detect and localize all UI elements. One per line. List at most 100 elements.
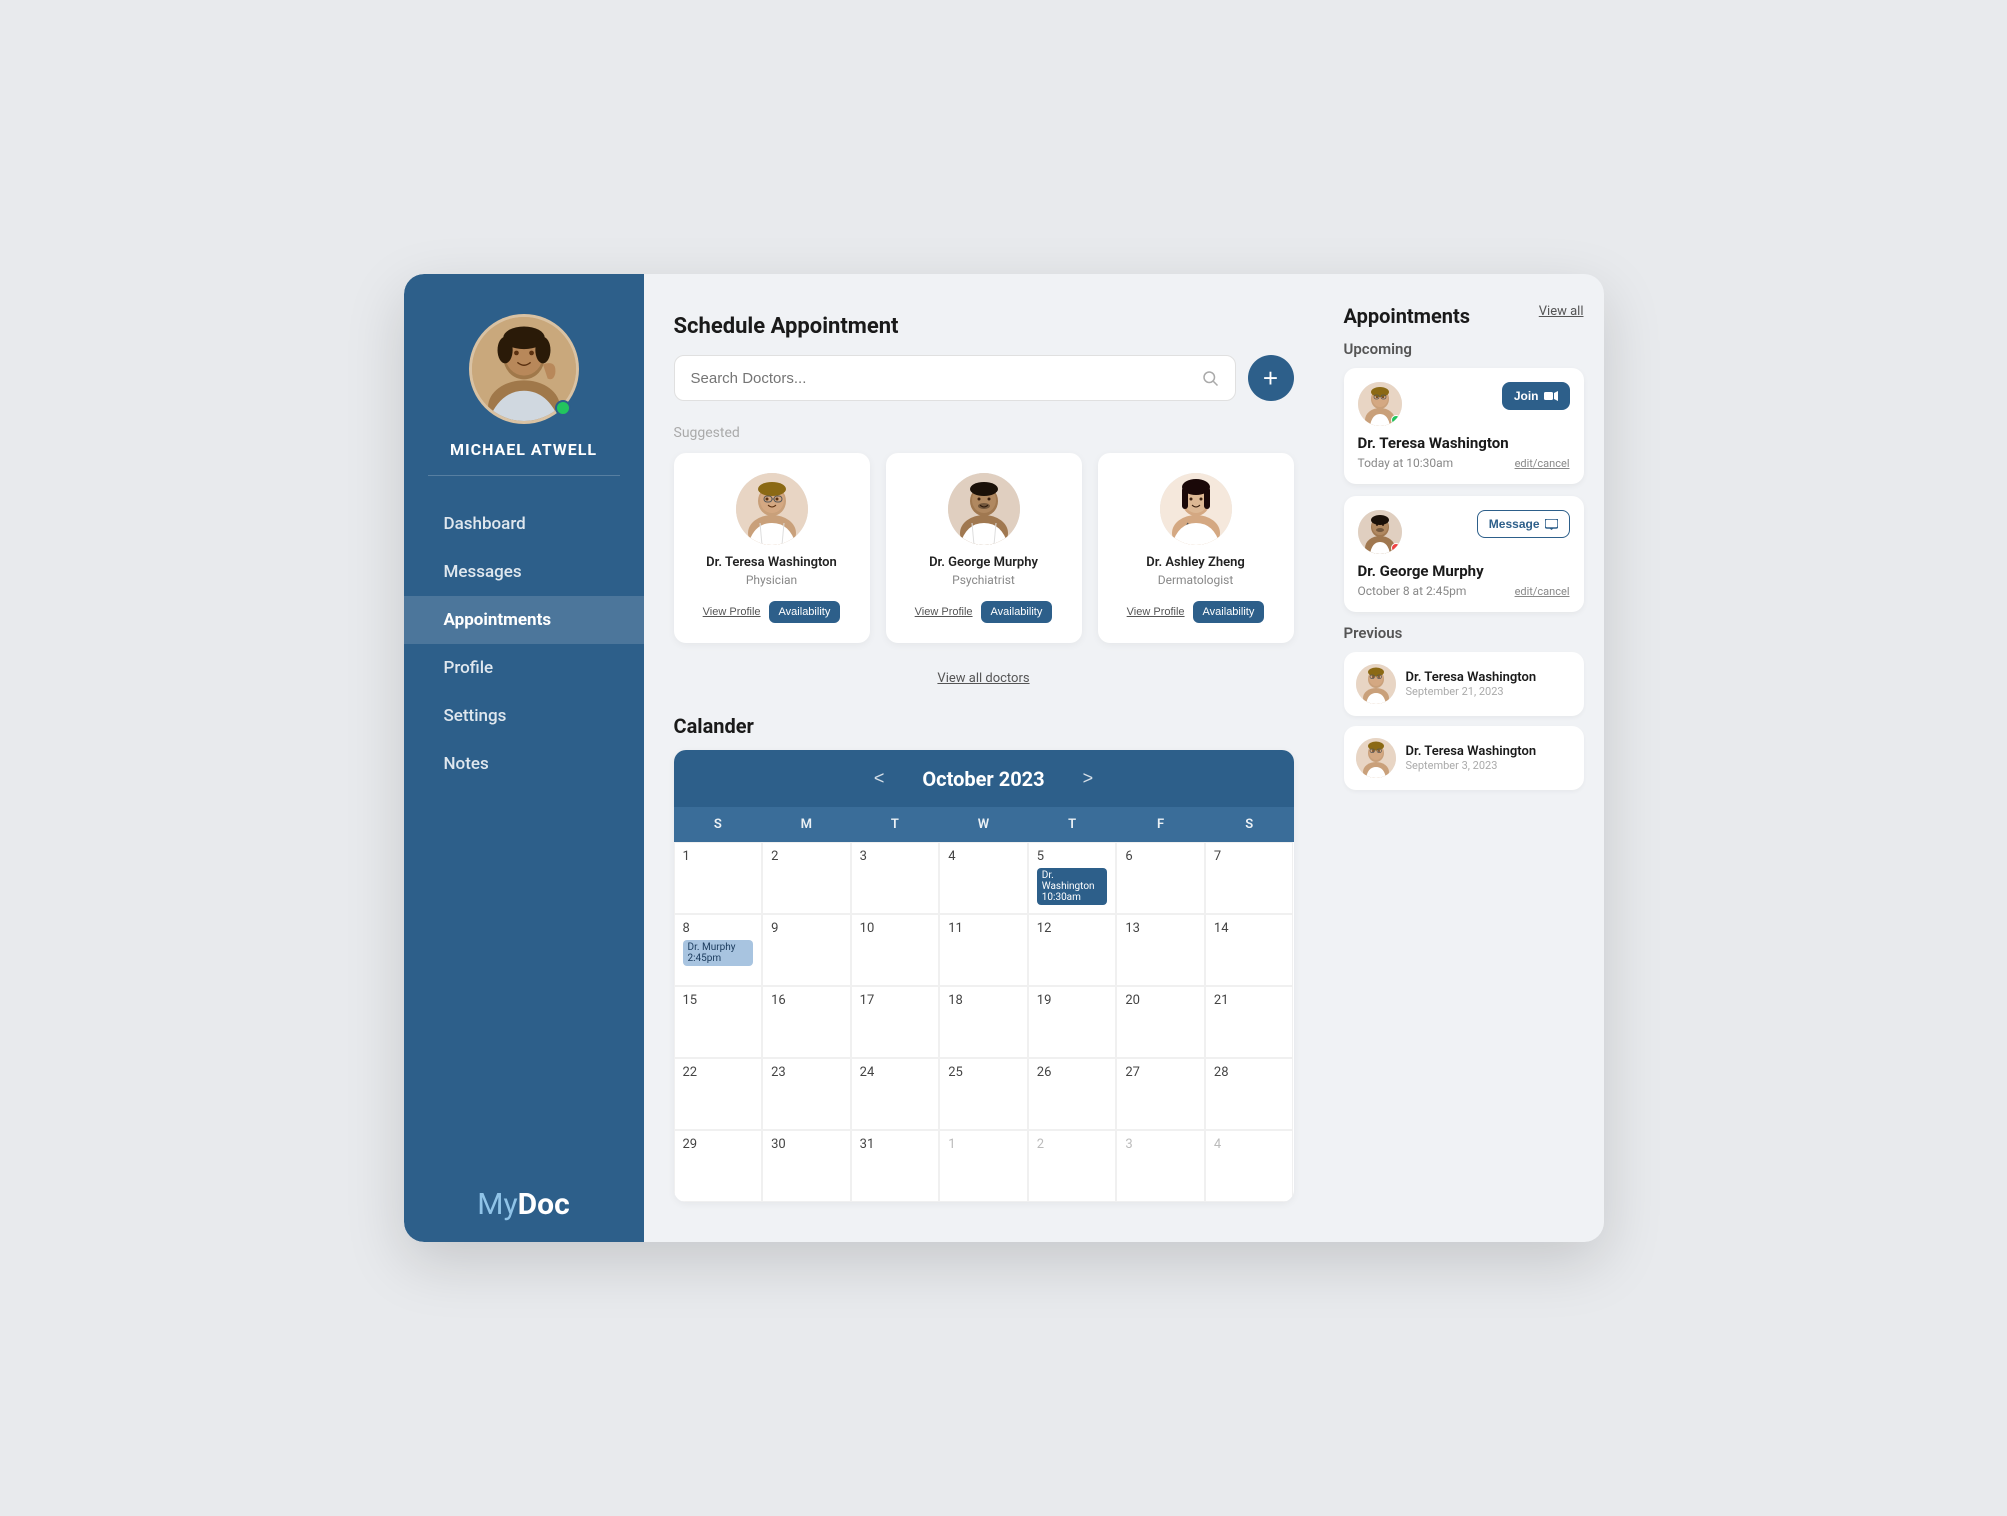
cal-cell-3-1[interactable]: 23 [762,1058,851,1130]
cal-cell-2-0[interactable]: 15 [674,986,763,1058]
cal-cell-3-4[interactable]: 26 [1028,1058,1117,1130]
cal-cell-4-3[interactable]: 1 [939,1130,1028,1202]
cal-cell-0-6[interactable]: 7 [1205,842,1294,914]
appt-status-dot-george [1391,543,1401,553]
cal-cell-2-6[interactable]: 21 [1205,986,1294,1058]
availability-ashley[interactable]: Availability [1193,601,1265,623]
cal-date-number: 27 [1125,1065,1196,1080]
message-icon [1545,519,1558,530]
cal-date-number: 24 [860,1065,931,1080]
cal-date-number: 16 [771,993,842,1008]
appt-doctor-name-teresa: Dr. Teresa Washington [1358,434,1570,452]
cal-cell-2-5[interactable]: 20 [1116,986,1205,1058]
cal-cell-2-3[interactable]: 18 [939,986,1028,1058]
view-all-doctors-link[interactable]: View all doctors [674,671,1294,686]
cal-cell-3-2[interactable]: 24 [851,1058,940,1130]
edit-cancel-george[interactable]: edit/cancel [1515,585,1570,598]
sidebar-item-messages[interactable]: Messages [404,548,644,596]
cal-date-number: 3 [860,849,931,864]
cal-cell-1-0[interactable]: 8 Dr. Murphy 2:45pm [674,914,763,986]
doctor-avatar-ashley [1160,473,1232,545]
cal-cell-1-4[interactable]: 12 [1028,914,1117,986]
cal-cell-2-2[interactable]: 17 [851,986,940,1058]
doctor-card-george: Dr. George Murphy Psychiatrist View Prof… [886,453,1082,643]
sidebar-item-profile[interactable]: Profile [404,644,644,692]
sidebar-item-dashboard[interactable]: Dashboard [404,500,644,548]
cal-cell-1-2[interactable]: 10 [851,914,940,986]
prev-avatar-1 [1356,664,1396,704]
add-appointment-button[interactable]: + [1248,355,1294,401]
cal-cell-4-5[interactable]: 3 [1116,1130,1205,1202]
cal-cell-4-2[interactable]: 31 [851,1130,940,1202]
calendar-next-button[interactable]: > [1075,764,1102,793]
appt-doctor-name-george: Dr. George Murphy [1358,562,1570,580]
cal-cell-0-4[interactable]: 5Dr. Washington 10:30am [1028,842,1117,914]
edit-cancel-teresa[interactable]: edit/cancel [1515,457,1570,470]
calendar-grid: 12345Dr. Washington 10:30am678Dr. Murphy… [674,842,1294,1202]
message-button-george[interactable]: Message [1477,510,1570,538]
cal-cell-4-0[interactable]: 29 [674,1130,763,1202]
appointments-panel-header: Appointments View all [1344,304,1584,328]
view-profile-george[interactable]: View Profile [915,606,973,618]
cal-cell-2-1[interactable]: 16 [762,986,851,1058]
cal-date-number: 18 [948,993,1019,1008]
cal-cell-4-1[interactable]: 30 [762,1130,851,1202]
cal-cell-3-3[interactable]: 25 [939,1058,1028,1130]
cal-cell-1-5[interactable]: 13 [1116,914,1205,986]
cal-date-number: 7 [1214,849,1285,864]
cal-cell-3-6[interactable]: 28 [1205,1058,1294,1130]
search-row: + [674,355,1294,401]
day-header-2: T [851,807,940,842]
sidebar-item-notes[interactable]: Notes [404,740,644,788]
availability-teresa[interactable]: Availability [769,601,841,623]
sidebar-item-appointments[interactable]: Appointments [404,596,644,644]
appt-avatar-teresa [1358,382,1402,426]
sidebar-item-settings[interactable]: Settings [404,692,644,740]
cal-cell-0-1[interactable]: 2 [762,842,851,914]
calendar-days-header: S M T W T F S [674,807,1294,842]
view-all-appointments-link[interactable]: View all [1539,304,1584,319]
cal-date-number: 1 [948,1137,1019,1152]
cal-date-number: 30 [771,1137,842,1152]
cal-date-number: 12 [1037,921,1108,936]
cal-cell-1-6[interactable]: 14 [1205,914,1294,986]
prev-avatar-2 [1356,738,1396,778]
cal-cell-3-5[interactable]: 27 [1116,1058,1205,1130]
cal-cell-3-0[interactable]: 22 [674,1058,763,1130]
video-icon [1544,391,1558,401]
doctor-avatar-george [948,473,1020,545]
availability-george[interactable]: Availability [981,601,1053,623]
prev-appt-1: Dr. Teresa Washington September 21, 2023 [1344,652,1584,716]
cal-date-number: 9 [771,921,842,936]
cal-cell-1-1[interactable]: 9 [762,914,851,986]
cal-cell-0-5[interactable]: 6 [1116,842,1205,914]
cal-event[interactable]: Dr. Murphy 2:45pm [683,940,754,966]
doctor-actions-teresa: View Profile Availability [703,601,841,623]
cal-cell-4-4[interactable]: 2 [1028,1130,1117,1202]
cal-event[interactable]: Dr. Washington 10:30am [1037,868,1108,905]
cal-date-number: 4 [1214,1137,1285,1152]
view-profile-ashley[interactable]: View Profile [1127,606,1185,618]
cal-date-number: 10 [860,921,931,936]
doctor-actions-george: View Profile Availability [915,601,1053,623]
calendar-month-year: October 2023 [922,767,1044,791]
cal-cell-0-3[interactable]: 4 [939,842,1028,914]
join-button-teresa[interactable]: Join [1502,382,1570,410]
cal-date-number: 14 [1214,921,1285,936]
calendar-wrapper: < October 2023 > S M T W T F S 12345Dr. … [674,750,1294,1202]
search-input[interactable] [691,370,1201,387]
day-header-6: S [1205,807,1294,842]
cal-cell-4-6[interactable]: 4 [1205,1130,1294,1202]
cal-date-number: 8 [683,921,754,936]
cal-cell-2-4[interactable]: 19 [1028,986,1117,1058]
cal-date-number: 22 [683,1065,754,1080]
cal-cell-0-0[interactable]: 1 [674,842,763,914]
view-profile-teresa[interactable]: View Profile [703,606,761,618]
cal-cell-1-3[interactable]: 11 [939,914,1028,986]
cal-date-number: 28 [1214,1065,1285,1080]
search-box[interactable] [674,355,1236,401]
calendar-prev-button[interactable]: < [866,764,893,793]
cal-date-number: 19 [1037,993,1108,1008]
prev-date-1: September 21, 2023 [1406,685,1537,698]
cal-cell-0-2[interactable]: 3 [851,842,940,914]
